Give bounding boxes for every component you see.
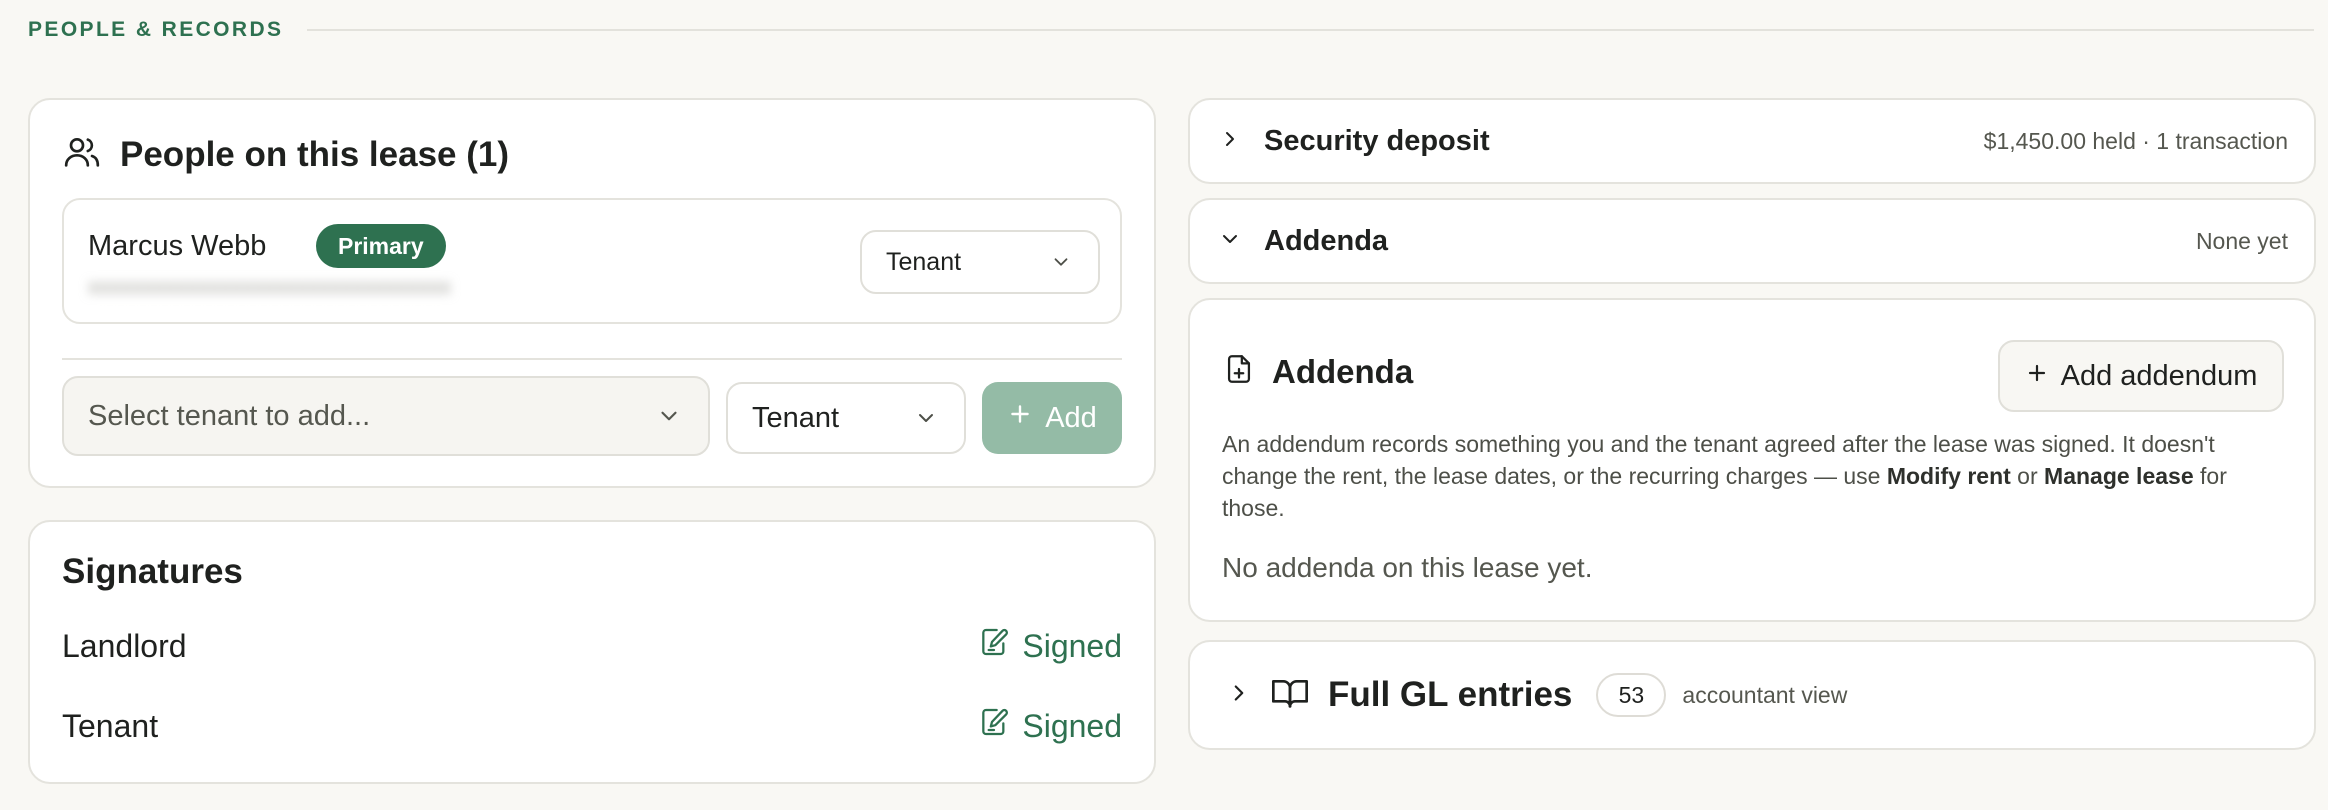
tenant-select-placeholder: Select tenant to add...: [88, 399, 371, 432]
chevron-down-icon: [1218, 227, 1242, 256]
addenda-toggle[interactable]: Addenda None yet: [1188, 198, 2316, 284]
redacted-email: xxxxxxxxxxxxxxxxxxxxxxxxxxxxxxxxx: [88, 274, 451, 299]
people-title: People on this lease (1): [120, 134, 509, 174]
people-card: People on this lease (1) Marcus Webb Pri…: [28, 98, 1156, 488]
security-deposit-meta: $1,450.00 held · 1 transaction: [1983, 127, 2288, 154]
manage-lease-link[interactable]: Manage lease: [2044, 463, 2194, 489]
signatures-title: Signatures: [62, 552, 243, 591]
gl-entries-note: accountant view: [1682, 681, 1848, 708]
signed-doc-icon: [978, 706, 1010, 746]
person-row: Marcus Webb Primary xxxxxxxxxxxxxxxxxxxx…: [62, 198, 1122, 324]
people-divider: [62, 358, 1122, 360]
addenda-panel: Addenda Add addendum An addendum records…: [1188, 298, 2316, 622]
security-deposit-title: Security deposit: [1264, 124, 1490, 157]
add-tenant-button[interactable]: Add: [982, 382, 1122, 454]
person-role-value: Tenant: [886, 247, 962, 276]
signed-doc-icon: [978, 626, 1010, 666]
section-divider: [307, 29, 2314, 31]
chevron-right-icon: [1226, 680, 1252, 711]
gl-entries-count: 53: [1596, 673, 1667, 717]
plus-icon: [2025, 360, 2049, 393]
new-role-select[interactable]: Tenant: [726, 382, 966, 454]
section-title: PEOPLE & RECORDS: [28, 18, 284, 41]
signature-row: Landlord Signed: [62, 626, 1122, 666]
gl-entries-header: Full GL entries 53 accountant view: [1226, 642, 1847, 748]
addenda-description: An addendum records something you and th…: [1222, 428, 2292, 524]
signature-status-label: Signed: [1022, 707, 1122, 744]
plus-icon: [1007, 401, 1033, 435]
signatures-card: Signatures Landlord Signed Tenant Signed: [28, 520, 1156, 784]
signature-party: Tenant: [62, 707, 159, 744]
chevron-down-icon: [656, 403, 682, 429]
section-header: PEOPLE & RECORDS: [28, 18, 2314, 42]
gl-entries-title: Full GL entries: [1328, 675, 1573, 714]
signature-status: Signed: [978, 706, 1122, 746]
modify-rent-link[interactable]: Modify rent: [1887, 463, 2011, 489]
people-header: People on this lease (1): [62, 132, 509, 177]
people-icon: [62, 132, 102, 177]
addenda-header: Addenda: [1222, 352, 1413, 391]
add-addendum-label: Add addendum: [2060, 359, 2258, 392]
addenda-desc-or: or: [2010, 463, 2045, 489]
person-role-select[interactable]: Tenant: [860, 230, 1100, 294]
file-plus-icon: [1222, 352, 1256, 391]
book-open-icon: [1270, 673, 1310, 718]
signature-status-label: Signed: [1022, 627, 1122, 664]
chevron-down-icon: [1050, 251, 1072, 273]
security-deposit-toggle[interactable]: Security deposit $1,450.00 held · 1 tran…: [1188, 98, 2316, 184]
chevron-right-icon: [1218, 127, 1242, 156]
add-tenant-label: Add: [1045, 401, 1097, 434]
signature-party: Landlord: [62, 627, 187, 664]
signature-row: Tenant Signed: [62, 706, 1122, 746]
addenda-empty-state: No addenda on this lease yet.: [1222, 552, 1593, 583]
new-role-value: Tenant: [752, 401, 840, 434]
chevron-down-icon: [914, 406, 938, 430]
gl-entries-toggle[interactable]: Full GL entries 53 accountant view: [1188, 640, 2316, 750]
person-name: Marcus Webb: [88, 230, 267, 262]
primary-badge: Primary: [316, 224, 446, 268]
addenda-toggle-meta: None yet: [2195, 227, 2288, 254]
tenant-select[interactable]: Select tenant to add...: [62, 376, 710, 456]
addenda-title: Addenda: [1272, 352, 1414, 390]
signature-status: Signed: [978, 626, 1122, 666]
add-addendum-button[interactable]: Add addendum: [1998, 340, 2284, 412]
addenda-toggle-title: Addenda: [1264, 224, 1389, 257]
